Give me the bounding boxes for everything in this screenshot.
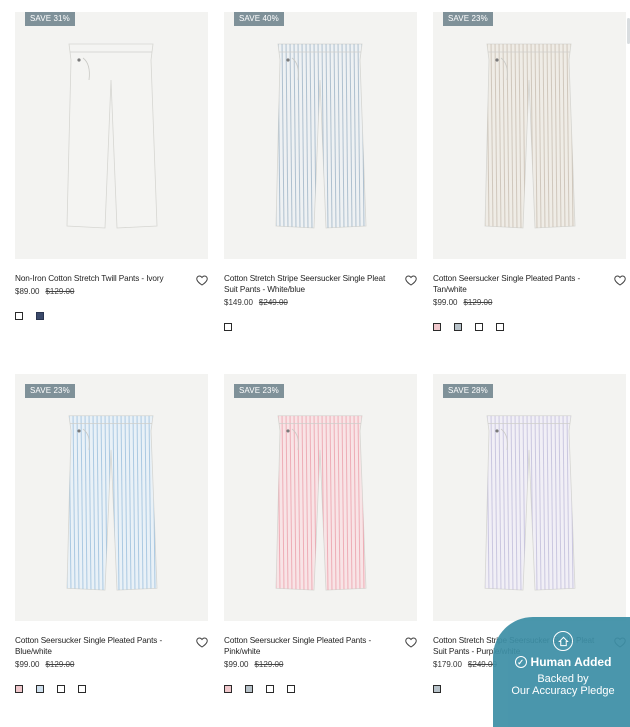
human-added-badge[interactable]: ✓ Human Added Backed by Our Accuracy Ple…: [493, 617, 630, 727]
color-swatch-white[interactable]: [496, 323, 504, 331]
discount-badge: SAVE 28%: [443, 384, 493, 398]
color-swatches: [224, 323, 232, 331]
product-image[interactable]: SAVE 23%: [224, 374, 417, 621]
pants-image: [270, 40, 370, 230]
sale-price: $179.00: [433, 660, 462, 669]
color-swatch-pink[interactable]: [224, 685, 232, 693]
discount-badge: SAVE 23%: [443, 12, 493, 26]
product-title[interactable]: Cotton Seersucker Single Pleated Pants -…: [224, 635, 392, 657]
pants-image: [479, 40, 579, 230]
color-swatches: [224, 685, 295, 693]
sale-price: $99.00: [224, 660, 249, 669]
original-price: $129.00: [463, 298, 493, 307]
original-price: $129.00: [254, 660, 284, 669]
color-swatch-pink[interactable]: [433, 323, 441, 331]
color-swatches: [433, 323, 504, 331]
product-image[interactable]: SAVE 23%: [433, 12, 626, 259]
color-swatch-lightblue[interactable]: [36, 685, 44, 693]
color-swatch-grey[interactable]: [245, 685, 253, 693]
checkmark-icon: ✓: [514, 656, 527, 668]
price-block: $99.00 $129.00: [15, 660, 74, 670]
wishlist-heart-icon[interactable]: [196, 635, 208, 648]
price-block: $149.00 $249.00: [224, 298, 288, 308]
discount-badge: SAVE 23%: [25, 384, 75, 398]
color-swatch-white[interactable]: [287, 685, 295, 693]
color-swatch-grey[interactable]: [454, 323, 462, 331]
sale-price: $99.00: [433, 298, 458, 307]
original-price: $249.00: [258, 298, 288, 307]
pants-image: [61, 412, 161, 592]
product-title[interactable]: Cotton Stretch Stripe Seersucker Single …: [224, 273, 392, 295]
sale-price: $149.00: [224, 298, 253, 307]
product-title[interactable]: Cotton Seersucker Single Pleated Pants -…: [433, 273, 601, 295]
color-swatch-white[interactable]: [15, 312, 23, 320]
original-price: $129.00: [45, 660, 75, 669]
price-block: $99.00 $129.00: [224, 660, 283, 670]
backed-by-text: Backed by: [537, 673, 589, 685]
accuracy-pledge-text: Our Accuracy Pledge: [511, 685, 615, 697]
color-swatch-white[interactable]: [224, 323, 232, 331]
color-swatch-navy[interactable]: [36, 312, 44, 320]
price-block: $99.00 $129.00: [433, 298, 492, 308]
human-added-title: Human Added: [530, 655, 612, 669]
pants-image: [479, 412, 579, 592]
product-image[interactable]: SAVE 23%: [15, 374, 208, 621]
price-block: $179.00 $249.00: [433, 660, 497, 670]
pants-image: [270, 412, 370, 592]
wishlist-heart-icon[interactable]: [614, 273, 626, 286]
product-image[interactable]: SAVE 31%: [15, 12, 208, 259]
wishlist-heart-icon[interactable]: [405, 635, 417, 648]
wishlist-heart-icon[interactable]: [405, 273, 417, 286]
wishlist-heart-icon[interactable]: [196, 273, 208, 286]
product-card[interactable]: SAVE 23% Cotton Seersucker Single Pleate…: [433, 12, 626, 339]
discount-badge: SAVE 40%: [234, 12, 284, 26]
home-shield-icon: [553, 631, 573, 651]
color-swatch-white[interactable]: [78, 685, 86, 693]
color-swatches: [433, 685, 441, 693]
color-swatches: [15, 685, 86, 693]
color-swatches: [15, 312, 44, 320]
sale-price: $99.00: [15, 660, 40, 669]
color-swatch-white[interactable]: [57, 685, 65, 693]
discount-badge: SAVE 31%: [25, 12, 75, 26]
color-swatch-white[interactable]: [266, 685, 274, 693]
product-card[interactable]: SAVE 23% Cotton Seersucker Single Pleate…: [224, 374, 417, 701]
product-title[interactable]: Non-Iron Cotton Stretch Twill Pants - Iv…: [15, 273, 183, 284]
product-card[interactable]: SAVE 23% Cotton Seersucker Single Pleate…: [15, 374, 208, 701]
color-swatch-grey[interactable]: [433, 685, 441, 693]
price-block: $89.00 $129.00: [15, 287, 74, 297]
color-swatch-white[interactable]: [475, 323, 483, 331]
color-swatch-pink[interactable]: [15, 685, 23, 693]
product-card[interactable]: SAVE 40% Cotton Stretch Stripe Seersucke…: [224, 12, 417, 339]
discount-badge: SAVE 23%: [234, 384, 284, 398]
sale-price: $89.00: [15, 287, 40, 296]
pants-image: [61, 40, 161, 230]
product-image[interactable]: SAVE 28%: [433, 374, 626, 621]
product-image[interactable]: SAVE 40%: [224, 12, 417, 259]
product-card[interactable]: SAVE 31% Non-Iron Cotton Stretch Twill P…: [15, 12, 208, 339]
original-price: $129.00: [45, 287, 75, 296]
product-title[interactable]: Cotton Seersucker Single Pleated Pants -…: [15, 635, 183, 657]
